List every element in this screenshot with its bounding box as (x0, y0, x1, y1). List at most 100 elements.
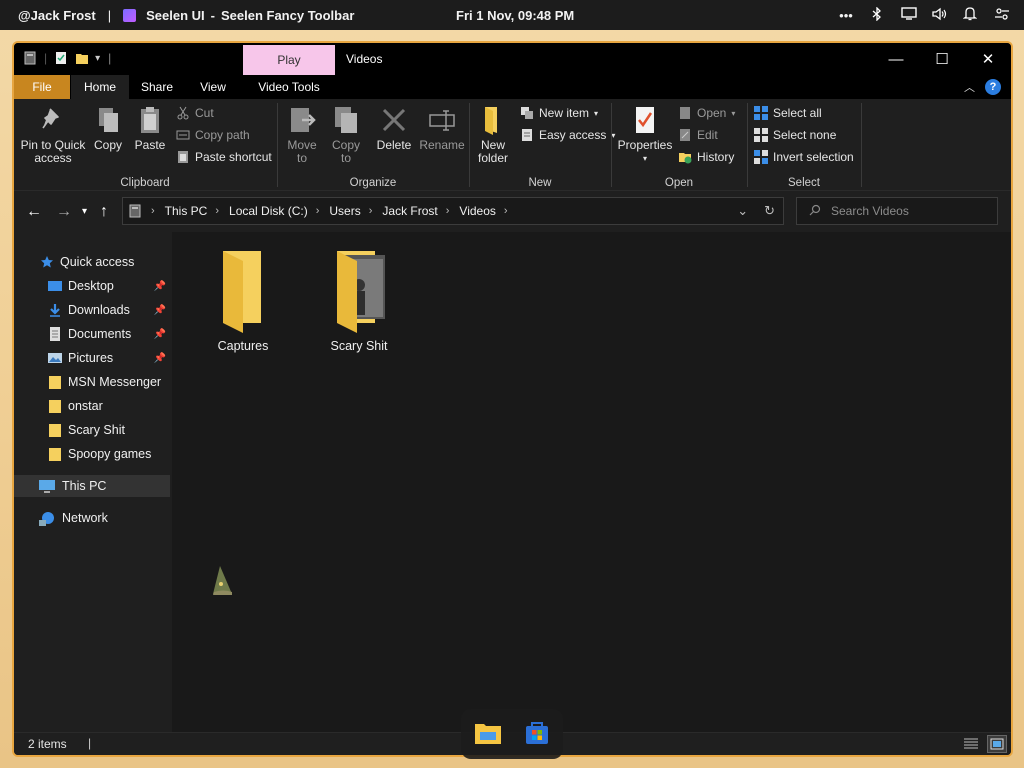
contextual-tab-play[interactable]: Play (243, 45, 335, 75)
pin-icon[interactable]: 📌 (154, 329, 166, 340)
seelen-app-icon (123, 8, 137, 22)
details-view-button[interactable] (961, 735, 981, 753)
copy-path-button[interactable]: Copy path (176, 125, 250, 145)
history-label: History (697, 150, 735, 164)
properties-check-icon[interactable] (55, 51, 67, 65)
nav-network[interactable]: Network (14, 507, 170, 529)
file-explorer-dock-icon[interactable] (474, 721, 502, 748)
nav-desktop[interactable]: Desktop 📌 (14, 275, 170, 297)
help-icon[interactable]: ? (985, 79, 1001, 95)
breadcrumb-local-disk[interactable]: Local Disk (C:) (229, 204, 308, 218)
nav-pictures[interactable]: Pictures 📌 (14, 347, 170, 369)
breadcrumb-this-pc[interactable]: This PC (165, 204, 208, 218)
settings-toggle-icon[interactable] (994, 7, 1009, 24)
new-item-button[interactable]: New item ▾ (520, 103, 598, 123)
recent-locations-chevron-icon[interactable]: ▾ (82, 206, 87, 217)
more-icon[interactable]: ••• (839, 8, 853, 23)
group-label-clipboard: Clipboard (120, 177, 170, 189)
nav-spoopy-games[interactable]: Spoopy games (14, 443, 170, 465)
tab-view[interactable]: View (185, 75, 241, 99)
new-folder-button[interactable]: New folder (474, 103, 512, 165)
edit-button[interactable]: Edit (678, 125, 718, 145)
pin-to-quick-access-button[interactable]: Pin to Quick access (18, 103, 88, 165)
tab-share[interactable]: Share (131, 75, 183, 99)
folder-icon (48, 423, 62, 437)
open-icon (678, 106, 692, 120)
breadcrumb-separator[interactable]: › (316, 205, 320, 217)
properties-icon (631, 105, 659, 135)
folder-item-captures[interactable]: Captures (198, 249, 288, 353)
folder-item-scary-shit[interactable]: Scary Shit (314, 249, 404, 353)
pin-icon[interactable]: 📌 (154, 353, 166, 364)
explorer-app-icon[interactable] (24, 51, 36, 65)
new-folder-qat-icon[interactable] (75, 51, 89, 65)
cut-button[interactable]: Cut (176, 103, 214, 123)
documents-icon (48, 327, 62, 341)
select-all-button[interactable]: Select all (754, 103, 822, 123)
tab-video-tools[interactable]: Video Tools (243, 75, 335, 99)
breadcrumb-users[interactable]: Users (329, 204, 360, 218)
paste-button[interactable]: Paste (132, 103, 168, 152)
breadcrumb-separator[interactable]: › (446, 205, 450, 217)
nav-msn-messenger[interactable]: MSN Messenger (14, 371, 170, 393)
up-arrow-icon[interactable]: ↑ (100, 203, 108, 221)
bell-icon[interactable] (962, 6, 978, 24)
pin-icon[interactable]: 📌 (154, 281, 166, 292)
tab-file[interactable]: File (14, 75, 70, 99)
breadcrumb-separator[interactable]: › (215, 205, 219, 217)
nav-scary-shit[interactable]: Scary Shit (14, 419, 170, 441)
invert-selection-icon (754, 150, 768, 164)
easy-access-button[interactable]: Easy access ▾ (520, 125, 615, 145)
new-item-label: New item (539, 106, 590, 120)
search-icon (809, 204, 821, 219)
large-icons-view-button[interactable] (987, 735, 1007, 753)
minimize-button[interactable]: — (873, 43, 919, 75)
properties-button[interactable]: Properties ▾ (616, 103, 674, 165)
breadcrumb-videos[interactable]: Videos (459, 204, 495, 218)
window-title: Videos (346, 52, 383, 66)
back-arrow-icon[interactable]: ← (26, 203, 42, 221)
folder-icon (48, 375, 62, 389)
nav-downloads[interactable]: Downloads 📌 (14, 299, 170, 321)
delete-button[interactable]: Delete (374, 103, 414, 152)
qat-dropdown-icon[interactable]: ▾ (95, 53, 100, 64)
copy-to-button[interactable]: Copy to (326, 103, 366, 165)
move-to-button[interactable]: Move to (282, 103, 322, 165)
breadcrumb-separator[interactable]: › (504, 205, 508, 217)
file-list-view[interactable]: Captures Scary Shit (172, 232, 1011, 732)
nav-onstar[interactable]: onstar (14, 395, 170, 417)
pin-icon[interactable]: 📌 (154, 305, 166, 316)
nav-documents[interactable]: Documents 📌 (14, 323, 170, 345)
breadcrumb-separator[interactable]: › (369, 205, 373, 217)
maximize-button[interactable]: ☐ (919, 43, 965, 75)
close-button[interactable]: ✕ (965, 43, 1011, 75)
copy-button[interactable]: Copy (90, 103, 126, 152)
open-button[interactable]: Open ▾ (678, 103, 735, 123)
search-placeholder: Search Videos (831, 204, 909, 218)
clock[interactable]: Fri 1 Nov, 09:48 PM (456, 8, 574, 23)
volume-icon[interactable] (932, 7, 947, 24)
user-label[interactable]: @Jack Frost (18, 8, 96, 23)
address-history-chevron-icon[interactable]: ⌄ (737, 203, 748, 219)
address-bar[interactable]: › This PC › Local Disk (C:) › Users › Ja… (122, 197, 784, 225)
forward-arrow-icon[interactable]: → (56, 203, 72, 221)
display-icon[interactable] (901, 7, 917, 23)
nav-quick-access[interactable]: Quick access (14, 251, 170, 273)
copy-to-label: Copy to (331, 138, 360, 165)
refresh-icon[interactable]: ↻ (764, 203, 775, 219)
nav-this-pc[interactable]: This PC (14, 475, 170, 497)
bluetooth-icon[interactable] (870, 5, 884, 24)
microsoft-store-dock-icon[interactable] (524, 720, 550, 749)
breadcrumb-jack-frost[interactable]: Jack Frost (382, 204, 437, 218)
tab-home[interactable]: Home (71, 75, 129, 99)
history-button[interactable]: History (678, 147, 734, 167)
collapse-ribbon-icon[interactable]: ︿ (964, 79, 975, 95)
search-box[interactable]: Search Videos (796, 197, 998, 225)
rename-button[interactable]: Rename (418, 103, 466, 152)
title-bar[interactable]: | ▾ | Play Videos — ☐ ✕ (14, 43, 1011, 75)
paste-shortcut-button[interactable]: Paste shortcut (176, 147, 272, 167)
breadcrumb-separator[interactable]: › (151, 205, 155, 217)
select-none-button[interactable]: Select none (754, 125, 836, 145)
invert-selection-button[interactable]: Invert selection (754, 147, 854, 167)
pin-label: Pin to Quick access (20, 138, 86, 165)
